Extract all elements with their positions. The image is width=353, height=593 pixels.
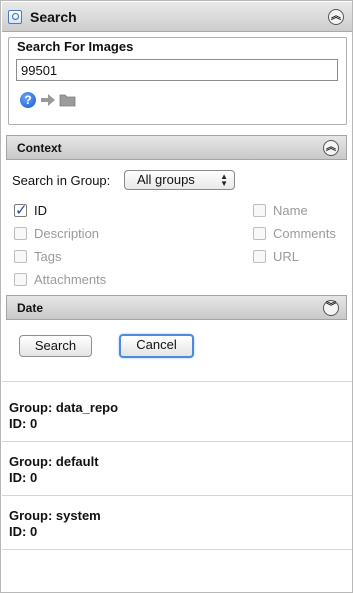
result-id: ID: 0 xyxy=(9,416,38,431)
double-chevron-up-icon[interactable]: ︽ xyxy=(323,140,339,156)
checkbox-label: Comments xyxy=(273,226,336,241)
checkbox-box[interactable] xyxy=(253,250,266,263)
select-arrows-icon: ▲ ▼ xyxy=(220,172,228,188)
result-id: ID: 0 xyxy=(9,524,38,539)
checkbox-description[interactable]: Description xyxy=(14,226,99,241)
list-item[interactable]: Group: system ID: 0 xyxy=(9,508,339,539)
checkbox-box[interactable] xyxy=(14,227,27,240)
date-title: Date xyxy=(17,301,44,315)
checkbox-tags[interactable]: Tags xyxy=(14,249,61,264)
double-chevron-down-icon[interactable]: ︾ xyxy=(323,300,339,316)
panel-title: Search xyxy=(30,9,77,25)
result-group: Group: system xyxy=(9,508,101,523)
date-section-header[interactable]: Date ︾ xyxy=(6,295,347,320)
divider xyxy=(2,441,352,442)
checkbox-label: URL xyxy=(273,249,300,264)
search-input[interactable] xyxy=(16,59,338,81)
divider xyxy=(2,549,352,550)
result-group: Group: default xyxy=(9,454,99,469)
checkbox-label: Name xyxy=(273,203,308,218)
checkbox-label: ID xyxy=(34,203,47,218)
group-select[interactable]: All groups ▲ ▼ xyxy=(124,170,235,190)
result-id: ID: 0 xyxy=(9,470,38,485)
arrow-right-icon[interactable] xyxy=(40,93,56,107)
cancel-button[interactable]: Cancel xyxy=(119,334,194,358)
checkbox-box[interactable] xyxy=(14,250,27,263)
search-app-icon xyxy=(8,10,22,24)
folder-icon[interactable] xyxy=(59,93,76,107)
divider xyxy=(2,495,352,496)
divider xyxy=(2,381,352,382)
context-title: Context xyxy=(17,141,62,155)
checkbox-url[interactable]: URL xyxy=(253,249,299,264)
checkbox-box[interactable] xyxy=(14,273,27,286)
search-in-group-label: Search in Group: xyxy=(12,173,111,188)
checkbox-attachments[interactable]: Attachments xyxy=(14,272,106,287)
search-button[interactable]: Search xyxy=(19,335,92,357)
checkbox-label: Tags xyxy=(34,249,62,264)
checkbox-box[interactable] xyxy=(14,201,28,219)
checkbox-comments[interactable]: Comments xyxy=(253,226,336,241)
context-section-header[interactable]: Context ︽ xyxy=(6,135,347,160)
checkbox-box[interactable] xyxy=(253,227,266,240)
list-item[interactable]: Group: default ID: 0 xyxy=(9,454,339,485)
search-panel: Search ︽ Search For Images ? Context ︽ S… xyxy=(0,0,353,593)
search-group-title: Search For Images xyxy=(15,39,136,54)
group-select-value: All groups xyxy=(137,172,195,187)
help-icon[interactable]: ? xyxy=(20,92,36,108)
result-group: Group: data_repo xyxy=(9,400,119,415)
panel-header: Search ︽ xyxy=(2,2,352,32)
context-body: Search in Group: All groups ▲▼ ID Name D… xyxy=(6,161,347,293)
checkbox-box[interactable] xyxy=(253,204,266,217)
list-item[interactable]: Group: data_repo ID: 0 xyxy=(9,400,339,431)
double-chevron-up-icon[interactable]: ︽ xyxy=(328,9,344,25)
checkbox-name[interactable]: Name xyxy=(253,203,308,218)
checkbox-label: Description xyxy=(34,226,100,241)
search-for-images-group: Search For Images ? xyxy=(8,37,347,125)
checkbox-id[interactable]: ID xyxy=(14,201,47,219)
checkbox-label: Attachments xyxy=(34,272,107,287)
